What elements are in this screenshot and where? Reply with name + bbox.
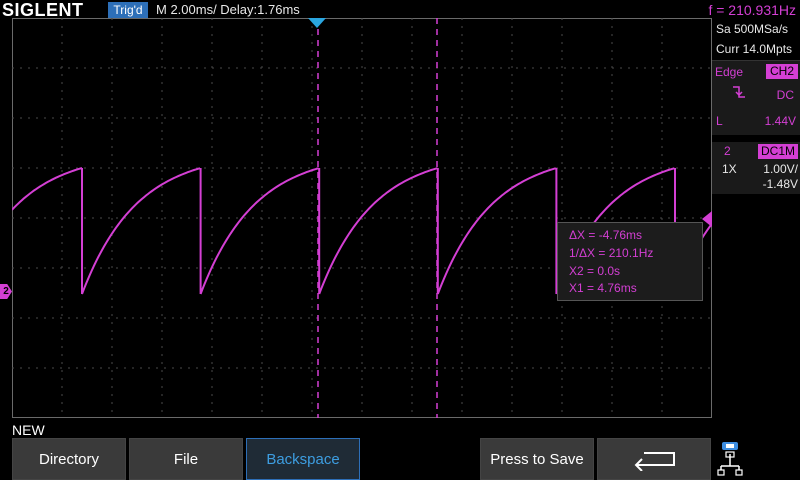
return-softkey[interactable]: [597, 438, 711, 480]
cursor-readout-box: ΔX = -4.76ms 1/ΔX = 210.1Hz X2 = 0.0s X1…: [557, 222, 703, 301]
channel-panel[interactable]: 2 DC1M 1X 1.00V/ -1.48V: [712, 142, 800, 194]
trigger-level-value: 1.44V: [764, 114, 796, 128]
x2-readout: X2 = 0.0s: [569, 264, 621, 278]
trigger-coupling: DC: [776, 88, 794, 102]
trigger-type: Edge: [715, 65, 744, 79]
graticule-grid: [12, 18, 712, 418]
probe-attenuation: 1X: [722, 162, 737, 176]
frequency-readout: f = 210.931Hz: [708, 2, 796, 18]
vertical-offset: -1.48V: [762, 177, 798, 191]
trigger-status-badge: Trig'd: [108, 2, 148, 18]
file-softkey[interactable]: File: [129, 438, 243, 480]
trigger-level-label: L: [716, 114, 723, 128]
channel-coupling-badge: DC1M: [758, 144, 798, 159]
timebase-readout: M 2.00ms/ Delay:1.76ms: [156, 2, 300, 17]
trigger-level-marker[interactable]: [702, 211, 712, 227]
brand-logo: SIGLENT: [2, 0, 84, 20]
top-status-bar: SIGLENT Trig'd M 2.00ms/ Delay:1.76ms f …: [0, 0, 800, 20]
return-arrow-icon: [634, 452, 675, 471]
channel-number: 2: [724, 144, 731, 158]
directory-softkey[interactable]: Directory: [12, 438, 126, 480]
delta-x-readout: ΔX = -4.76ms: [569, 228, 643, 242]
x1-readout: X1 = 4.76ms: [569, 281, 637, 295]
channel-2-ground-marker[interactable]: 2: [0, 284, 12, 299]
rising-edge-icon: [733, 86, 745, 98]
trigger-source-badge: CH2: [766, 64, 798, 79]
memory-depth: Curr 14.0Mpts: [716, 42, 793, 56]
usb-network-icon: [717, 442, 743, 476]
waveform-display[interactable]: [12, 18, 712, 418]
trigger-panel[interactable]: Edge CH2 DC L 1.44V: [712, 60, 800, 135]
press-to-save-softkey[interactable]: Press to Save: [480, 438, 594, 480]
cursor-lines[interactable]: [317, 18, 438, 418]
inverse-delta-x-readout: 1/ΔX = 210.1Hz: [569, 246, 654, 260]
sample-rate: Sa 500MSa/s: [716, 22, 789, 36]
vertical-scale: 1.00V/: [763, 162, 798, 176]
backspace-softkey[interactable]: Backspace: [246, 438, 360, 480]
trigger-position-marker[interactable]: [308, 18, 326, 28]
filename-input-label: NEW: [12, 422, 45, 438]
